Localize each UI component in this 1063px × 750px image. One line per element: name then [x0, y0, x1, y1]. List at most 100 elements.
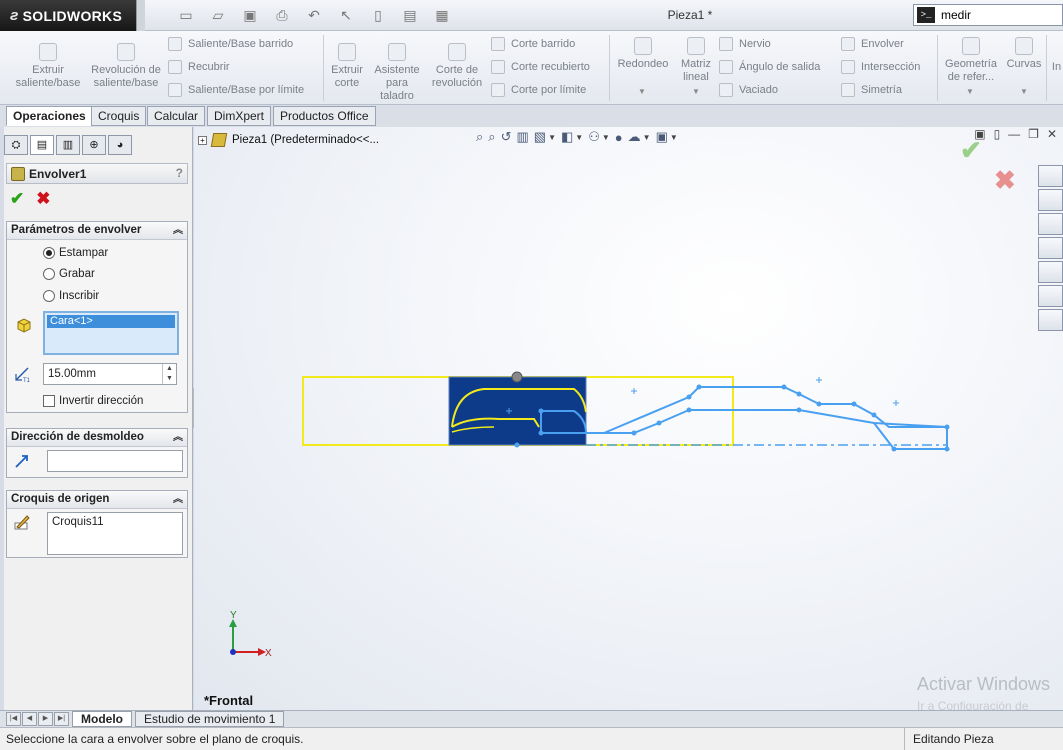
saliente-barrido-button[interactable]: Saliente/Base barrido: [168, 35, 293, 53]
collapse-icon[interactable]: ︽: [173, 222, 183, 239]
reverse-direction-checkbox[interactable]: Invertir dirección: [43, 395, 143, 407]
draft-icon: [719, 60, 733, 74]
search-input[interactable]: [941, 8, 1051, 22]
save-icon[interactable]: ▣: [239, 6, 261, 24]
tab-croquis[interactable]: Croquis: [91, 106, 147, 126]
matriz-dropdown-icon[interactable]: ▼: [692, 87, 700, 96]
ok-check-icon[interactable]: ✔: [10, 189, 24, 209]
extrude-boss-icon: [39, 43, 57, 61]
graphics-area[interactable]: + Pieza1 (Predeterminado<<... ⌕ ⌕ ↺ ▥ ▧ ▼…: [194, 127, 1063, 710]
curvas-dropdown-icon[interactable]: ▼: [1020, 87, 1028, 96]
sketch-icon: [14, 515, 30, 530]
nervio-button[interactable]: Nervio: [719, 35, 771, 53]
face-handle[interactable]: [511, 371, 523, 383]
geometria-referencia-button[interactable]: Geometría de refer...: [940, 37, 1002, 84]
open-icon[interactable]: ▱: [207, 6, 229, 24]
search-box[interactable]: >_: [913, 4, 1063, 26]
face-selection-list[interactable]: Cara<1>: [43, 311, 179, 355]
revolve-cut-icon: [448, 43, 466, 61]
command-search-icon: >_: [917, 7, 935, 23]
curvas-button[interactable]: Curvas: [1004, 37, 1044, 71]
tab-nav-buttons: |◀ ◀ ▶ ▶|: [6, 712, 69, 726]
pm-title: Envolver1: [29, 166, 87, 181]
saliente-limite-button[interactable]: Saliente/Base por límite: [168, 81, 304, 99]
direction-arrow-icon: [15, 455, 28, 468]
option-estampar[interactable]: Estampar: [43, 247, 108, 259]
envolver-button[interactable]: Envolver: [841, 35, 904, 53]
quick-access-toolbar: ▭ ▱ ▣ ⎙ ↶ ↖ ▯ ▤ ▦: [175, 6, 453, 24]
pull-direction-header[interactable]: Dirección de desmoldeo ︽: [7, 429, 187, 447]
file-properties-icon[interactable]: ▤: [399, 6, 421, 24]
undo-icon[interactable]: ↶: [303, 6, 325, 24]
wrap-feature-icon: [11, 166, 25, 181]
redondeo-dropdown-icon[interactable]: ▼: [638, 87, 646, 96]
revolve-boss-icon: [117, 43, 135, 61]
tab-modelo[interactable]: Modelo: [72, 711, 132, 727]
angulo-salida-button[interactable]: Ángulo de salida: [719, 58, 820, 76]
solidworks-logo[interactable]: ƨ SOLIDWORKS: [0, 0, 145, 31]
vaciado-button[interactable]: Vaciado: [719, 81, 778, 99]
rebuild-icon[interactable]: ▯: [367, 6, 389, 24]
model-viewport[interactable]: Y X: [194, 127, 1063, 710]
corte-barrido-button[interactable]: Corte barrido: [491, 35, 575, 53]
title-bar: ƨ SOLIDWORKS ▭ ▱ ▣ ⎙ ↶ ↖ ▯ ▤ ▦ Pieza1 * …: [0, 0, 1063, 31]
revolucion-saliente-button[interactable]: Revolución de saliente/base: [90, 43, 162, 90]
option-inscribir[interactable]: Inscribir: [43, 290, 99, 302]
radio-icon: [43, 247, 55, 259]
pull-direction-field[interactable]: [47, 450, 183, 472]
source-sketch-header[interactable]: Croquis de origen ︽: [7, 491, 187, 509]
geometria-dropdown-icon[interactable]: ▼: [966, 87, 974, 96]
instant3d-button[interactable]: In: [1050, 61, 1063, 74]
display-manager-tab-icon[interactable]: ◕: [108, 135, 132, 155]
menu-arrow[interactable]: [136, 0, 145, 31]
asistente-taladro-button[interactable]: Asistente para taladro: [370, 43, 424, 103]
dimxpert-manager-tab-icon[interactable]: ⊕: [82, 135, 106, 155]
extruir-saliente-button[interactable]: Extruir saliente/base: [12, 43, 84, 90]
thickness-spinbox[interactable]: 15.00mm ▲ ▼: [43, 363, 177, 385]
redondeo-button[interactable]: Redondeo: [614, 37, 672, 71]
tab-dimxpert[interactable]: DimXpert: [207, 106, 272, 126]
tab-estudio-movimiento[interactable]: Estudio de movimiento 1: [135, 711, 285, 727]
select-icon[interactable]: ↖: [335, 6, 357, 24]
source-sketch-field[interactable]: Croquis11: [47, 512, 183, 555]
simetria-button[interactable]: Simetría: [841, 81, 902, 99]
options-icon[interactable]: ▦: [431, 6, 453, 24]
extruir-corte-button[interactable]: Extruir corte: [326, 43, 368, 90]
corte-limite-button[interactable]: Corte por límite: [491, 81, 586, 99]
corte-recubierto-button[interactable]: Corte recubierto: [491, 58, 590, 76]
status-bar: Seleccione la cara a envolver sobre el p…: [0, 727, 1063, 750]
tab-operaciones[interactable]: Operaciones: [6, 106, 93, 126]
corte-revolucion-button[interactable]: Corte de revolución: [428, 43, 486, 90]
first-tab-icon[interactable]: |◀: [6, 712, 21, 726]
loft-icon: [168, 60, 182, 74]
property-manager-tab-icon[interactable]: ▤: [30, 135, 54, 155]
face-selection-item[interactable]: Cara<1>: [47, 315, 175, 328]
recubrir-button[interactable]: Recubrir: [168, 58, 230, 76]
boundary-boss-icon: [168, 83, 182, 97]
help-button[interactable]: ?: [176, 166, 183, 180]
interseccion-button[interactable]: Intersección: [841, 58, 920, 76]
print-icon[interactable]: ⎙: [271, 6, 293, 24]
thickness-icon: T1: [15, 367, 31, 383]
tab-productos-office[interactable]: Productos Office: [273, 106, 376, 126]
collapse-icon[interactable]: ︽: [173, 491, 183, 508]
last-tab-icon[interactable]: ▶|: [54, 712, 69, 726]
cancel-x-icon[interactable]: ✖: [36, 189, 50, 209]
configuration-manager-tab-icon[interactable]: ▥: [56, 135, 80, 155]
option-grabar[interactable]: Grabar: [43, 268, 95, 280]
tab-calcular[interactable]: Calcular: [147, 106, 206, 126]
matriz-lineal-button[interactable]: Matriz lineal: [676, 37, 716, 84]
activation-watermark-sub: Ir a Configuración de: [917, 699, 1029, 710]
axis-x-label: X: [265, 648, 272, 659]
feature-tree-tab-icon[interactable]: ⛭: [4, 135, 28, 155]
ribbon-separator: [937, 35, 938, 101]
ribbon-separator: [1046, 35, 1047, 101]
new-icon[interactable]: ▭: [175, 6, 197, 24]
command-tabs: Operaciones Croquis Calcular DimXpert Pr…: [0, 105, 1063, 127]
collapse-icon[interactable]: ︽: [173, 429, 183, 446]
wrap-parameters-header[interactable]: Parámetros de envolver ︽: [7, 222, 187, 240]
sketch-croquis11[interactable]: [540, 386, 948, 450]
spin-arrows-icon[interactable]: ▲ ▼: [162, 364, 176, 384]
next-tab-icon[interactable]: ▶: [38, 712, 53, 726]
prev-tab-icon[interactable]: ◀: [22, 712, 37, 726]
